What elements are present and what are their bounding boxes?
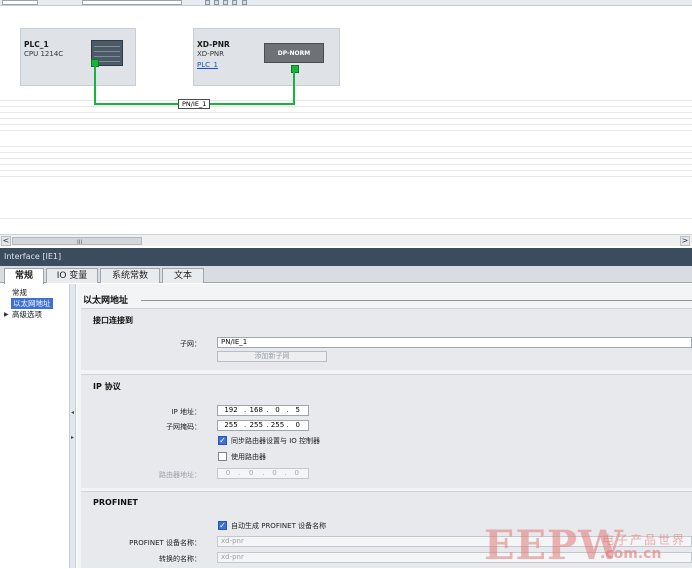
device-type: XD-PNR [197,50,225,58]
interface-connection-group: 接口连接到 子网： PN/IE_1 添加新子网 [81,308,692,370]
scroll-right-button[interactable]: > [680,236,690,246]
collapse-left-icon[interactable]: ◂ [70,409,75,416]
auto-generate-name-checkbox[interactable]: ✓ [218,521,227,530]
inspector-tree: 常规 以太网地址 ▶ 高级选项 [0,284,70,568]
tree-item-general[interactable]: 常规 [12,287,27,298]
device-name: XD-PNR [197,40,230,49]
add-new-subnet-button[interactable]: 添加新子网 [217,351,327,362]
network-view-canvas[interactable]: PLC_1 CPU 1214C XD-PNR XD-PNR PLC_1 DP-N… [0,6,692,234]
dp-module[interactable]: DP-NORM [264,43,324,63]
device-name: PLC_1 [24,40,49,49]
tab-texts[interactable]: 文本 [162,268,204,283]
expand-arrow-icon[interactable]: ▶ [4,311,9,318]
toolbar-icon[interactable] [205,0,210,5]
group-title: 接口连接到 [93,316,133,325]
subnet-label: 子网： [180,340,201,348]
use-router-label: 使用路由器 [231,453,266,461]
ip-protocol-group: IP 协议 IP 地址： 192. 168. 0. 5 子网掩码： 255. 2… [81,374,692,488]
toolbar-icon[interactable] [214,0,219,5]
router-address-label: 路由器地址： [159,471,201,479]
sync-router-label: 同步路由器设置与 IO 控制器 [231,437,321,445]
tab-io-tags[interactable]: IO 变量 [46,268,98,283]
group-title: IP 协议 [93,382,121,391]
toolbar-icon[interactable] [242,0,247,5]
auto-generate-name-label: 自动生成 PROFINET 设备名称 [231,522,327,530]
expand-right-icon[interactable]: ▸ [70,434,75,441]
subnet-mask-field[interactable]: 255. 255. 255. 0 [217,420,309,431]
panel-splitter[interactable]: ◂ ▸ [70,284,76,568]
horizontal-scrollbar[interactable]: < III > [0,234,692,246]
network-wire[interactable] [293,72,295,105]
inspector-title: Interface [IE1] [0,248,692,266]
toolbar-icon[interactable] [232,0,237,5]
tree-item-ethernet-address[interactable]: 以太网地址 [11,298,53,309]
group-title: PROFINET [93,498,138,507]
network-wire[interactable] [94,66,96,104]
toolbar-dropdown[interactable] [2,0,38,5]
subnet-mask-label: 子网掩码： [166,423,201,431]
sync-router-checkbox[interactable]: ✓ [218,436,227,445]
tab-system-constants[interactable]: 系统常数 [100,268,160,283]
toolbar-icon[interactable] [223,0,228,5]
section-divider [141,300,692,301]
scroll-grip: III [77,239,83,246]
subnet-dropdown[interactable]: PN/IE_1 [217,337,692,348]
scroll-left-button[interactable]: < [1,236,11,246]
use-router-checkbox[interactable] [218,452,227,461]
scroll-thumb[interactable]: III [12,237,142,246]
device-type: CPU 1214C [24,50,64,58]
toolbar-zoom-field[interactable] [82,0,182,5]
tab-general[interactable]: 常规 [4,268,44,284]
device-plc-1[interactable]: PLC_1 CPU 1214C [20,28,136,86]
network-subnet-label[interactable]: PN/IE_1 [178,99,211,109]
tree-item-advanced-options[interactable]: 高级选项 [12,309,42,320]
inspector-tabs: 常规 IO 变量 系统常数 文本 [0,266,692,284]
converted-name-label: 转换的名称： [159,555,201,563]
profinet-device-name-label: PROFINET 设备名称： [129,539,201,547]
device-controller-link[interactable]: PLC_1 [197,61,218,69]
device-xd-pnr[interactable]: XD-PNR XD-PNR PLC_1 DP-NORM [193,28,340,86]
watermark-domain-text: .com.cn [600,546,662,562]
ip-address-label: IP 地址： [171,408,201,416]
section-title: 以太网地址 [83,296,129,306]
ip-address-field[interactable]: 192. 168. 0. 5 [217,405,309,416]
router-address-field[interactable]: 0. 0. 0. 0 [217,468,309,479]
